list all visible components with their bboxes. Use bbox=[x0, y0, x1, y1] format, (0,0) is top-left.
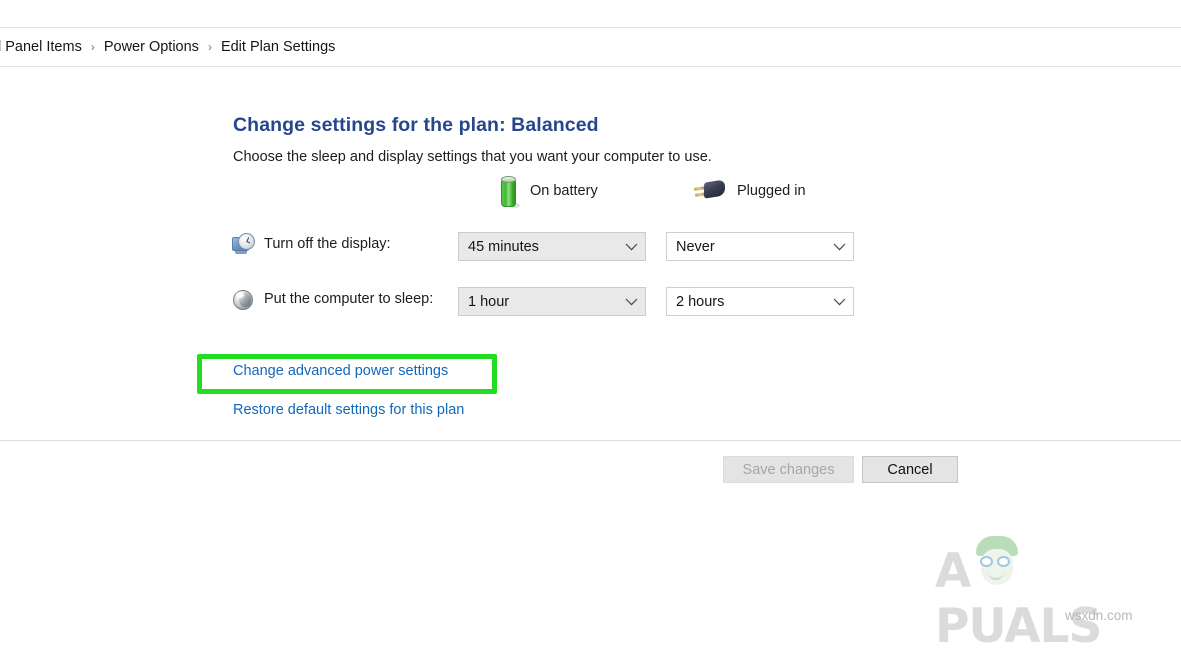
page-subtitle: Choose the sleep and display settings th… bbox=[233, 149, 712, 165]
dropdown-value: 2 hours bbox=[667, 294, 825, 310]
column-header-label: On battery bbox=[530, 183, 598, 199]
site-watermark: wsxdn.com bbox=[1065, 608, 1133, 623]
chevron-down-icon bbox=[617, 298, 645, 306]
dropdown-sleep-on-battery[interactable]: 1 hour bbox=[458, 287, 646, 316]
page-title: Change settings for the plan: Balanced bbox=[233, 114, 599, 137]
setting-row-label: Put the computer to sleep: bbox=[264, 291, 433, 307]
column-header-on-battery: On battery bbox=[497, 176, 598, 206]
appuals-watermark: A PUALS bbox=[935, 540, 1150, 602]
dropdown-turn-off-display-on-battery[interactable]: 45 minutes bbox=[458, 232, 646, 261]
chevron-down-icon bbox=[825, 298, 853, 306]
save-changes-button[interactable]: Save changes bbox=[723, 456, 854, 483]
dropdown-value: 45 minutes bbox=[459, 239, 617, 255]
battery-icon bbox=[497, 174, 519, 208]
power-plug-icon bbox=[694, 178, 726, 204]
column-header-plugged-in: Plugged in bbox=[694, 176, 806, 206]
chevron-down-icon bbox=[825, 243, 853, 251]
dropdown-value: Never bbox=[667, 239, 825, 255]
dropdown-turn-off-display-plugged-in[interactable]: Never bbox=[666, 232, 854, 261]
display-clock-icon bbox=[232, 233, 256, 257]
cancel-button[interactable]: Cancel bbox=[862, 456, 958, 483]
watermark-brand-text: A PUALS bbox=[935, 544, 1150, 654]
dropdown-sleep-plugged-in[interactable]: 2 hours bbox=[666, 287, 854, 316]
link-change-advanced-power-settings[interactable]: Change advanced power settings bbox=[233, 363, 448, 379]
dropdown-value: 1 hour bbox=[459, 294, 617, 310]
sleep-moon-icon bbox=[232, 288, 256, 312]
chevron-down-icon bbox=[617, 243, 645, 251]
link-restore-default-settings[interactable]: Restore default settings for this plan bbox=[233, 402, 464, 418]
column-header-label: Plugged in bbox=[737, 183, 806, 199]
main-content: Change settings for the plan: Balanced C… bbox=[0, 0, 1181, 440]
footer-divider bbox=[0, 440, 1181, 441]
mascot-face-icon bbox=[972, 536, 1024, 598]
setting-row-label: Turn off the display: bbox=[264, 236, 391, 252]
